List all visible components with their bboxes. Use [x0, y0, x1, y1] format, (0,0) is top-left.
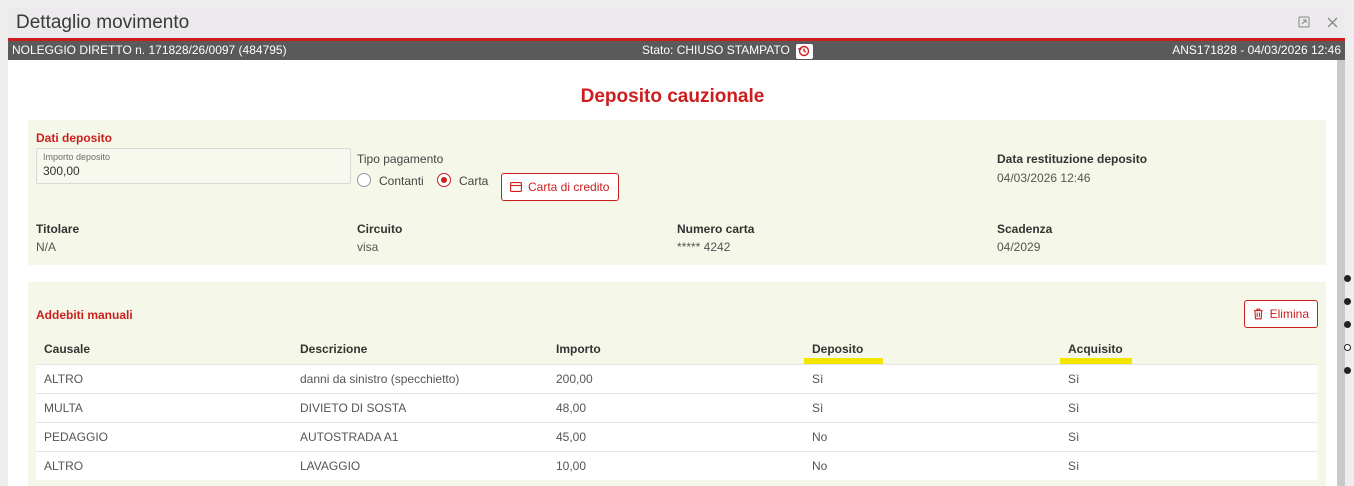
nav-dot-active[interactable] — [1343, 344, 1351, 351]
charges-section-title: Addebiti manuali — [36, 308, 133, 322]
close-icon[interactable] — [1325, 15, 1339, 29]
section-navigation-dots — [1342, 275, 1352, 390]
column-header-descrizione[interactable]: Descrizione — [292, 334, 548, 365]
radio-contanti-label[interactable]: Contanti — [379, 174, 424, 188]
circuit-label: Circuito — [357, 222, 403, 236]
cell-causale: ALTRO — [36, 451, 292, 480]
cell-acquisito: Sì — [1060, 393, 1317, 423]
column-header-acquisito-label: Acquisito — [1068, 342, 1123, 356]
cell-causale: PEDAGGIO — [36, 422, 292, 452]
table-row[interactable]: MULTA DIVIETO DI SOSTA 48,00 Sì Sì — [36, 393, 1317, 423]
nav-dot[interactable] — [1343, 298, 1351, 305]
operator-timestamp: ANS171828 - 04/03/2026 12:46 — [1172, 43, 1341, 57]
cell-descrizione: danni da sinistro (specchietto) — [292, 364, 548, 394]
content-area: Deposito cauzionale Dati deposito Import… — [8, 60, 1337, 486]
credit-card-button[interactable]: Carta di credito — [501, 173, 619, 201]
cell-acquisito: Sì — [1060, 451, 1317, 480]
table-row[interactable]: PEDAGGIO AUTOSTRADA A1 45,00 No Sì — [36, 422, 1317, 452]
column-header-deposito-label: Deposito — [812, 342, 864, 356]
cell-deposito: No — [804, 422, 1060, 452]
card-number-label: Numero carta — [677, 222, 755, 236]
deposit-panel: Dati deposito Importo deposito 300,00 Ti… — [28, 120, 1326, 265]
deposit-amount-label: Importo deposito — [43, 152, 111, 162]
card-number-value: ***** 4242 — [677, 240, 731, 254]
credit-card-button-label: Carta di credito — [528, 180, 610, 194]
charges-table: Causale Descrizione Importo Deposito Acq… — [36, 334, 1317, 480]
highlight-mark — [804, 358, 883, 364]
charges-panel: Addebiti manuali Elimina Causale Descriz… — [28, 282, 1326, 486]
radio-carta-label[interactable]: Carta — [459, 174, 488, 188]
window-title: Dettaglio movimento — [16, 12, 190, 33]
cell-causale: MULTA — [36, 393, 292, 423]
cell-importo: 48,00 — [548, 393, 804, 423]
expiry-label: Scadenza — [997, 222, 1053, 236]
maximize-icon[interactable] — [1297, 15, 1311, 29]
vertical-scrollbar[interactable] — [1337, 60, 1345, 486]
delete-button[interactable]: Elimina — [1244, 300, 1318, 328]
cell-importo: 45,00 — [548, 422, 804, 452]
cell-importo: 10,00 — [548, 451, 804, 480]
table-row[interactable]: ALTRO danni da sinistro (specchietto) 20… — [36, 364, 1317, 394]
cell-descrizione: AUTOSTRADA A1 — [292, 422, 548, 452]
column-header-importo[interactable]: Importo — [548, 334, 804, 365]
column-header-deposito[interactable]: Deposito — [804, 334, 1060, 365]
cell-descrizione: LAVAGGIO — [292, 451, 548, 480]
cell-deposito: No — [804, 451, 1060, 480]
delete-button-label: Elimina — [1269, 307, 1309, 321]
circuit-value: visa — [357, 240, 379, 254]
info-bar: NOLEGGIO DIRETTO n. 171828/26/0097 (4847… — [8, 41, 1345, 60]
deposit-section-title: Dati deposito — [36, 131, 113, 145]
nav-dot[interactable] — [1343, 275, 1351, 282]
holder-label: Titolare — [36, 222, 80, 236]
nav-dot[interactable] — [1343, 367, 1351, 374]
radio-carta[interactable] — [437, 173, 451, 187]
status-history-button[interactable] — [795, 43, 813, 59]
cell-deposito: Sì — [804, 393, 1060, 423]
cell-causale: ALTRO — [36, 364, 292, 394]
nav-dot[interactable] — [1343, 321, 1351, 328]
table-header-row: Causale Descrizione Importo Deposito Acq… — [36, 334, 1317, 365]
deposit-amount-value: 300,00 — [43, 164, 80, 178]
return-date-label: Data restituzione deposito — [997, 152, 1148, 166]
page-heading: Deposito cauzionale — [580, 86, 765, 107]
dialog-window: Dettaglio movimento NOLEGGIO DIRETTO n. … — [8, 8, 1345, 486]
rental-reference: NOLEGGIO DIRETTO n. 171828/26/0097 (4847… — [12, 43, 287, 57]
payment-type-label: Tipo pagamento — [357, 152, 444, 166]
deposit-amount-field[interactable]: Importo deposito 300,00 — [36, 148, 351, 184]
status-text: Stato: CHIUSO STAMPATO — [642, 43, 790, 57]
credit-card-icon — [510, 182, 522, 192]
history-icon — [798, 45, 810, 57]
title-bar: Dettaglio movimento — [8, 8, 1345, 38]
return-date-value: 04/03/2026 12:46 — [997, 171, 1091, 185]
cell-descrizione: DIVIETO DI SOSTA — [292, 393, 548, 423]
highlight-mark — [1060, 358, 1132, 364]
column-header-acquisito[interactable]: Acquisito — [1060, 334, 1317, 365]
holder-value: N/A — [36, 240, 57, 254]
trash-icon — [1253, 308, 1263, 320]
table-row[interactable]: ALTRO LAVAGGIO 10,00 No Sì — [36, 451, 1317, 480]
cell-acquisito: Sì — [1060, 422, 1317, 452]
cell-deposito: Sì — [804, 364, 1060, 394]
column-header-causale[interactable]: Causale — [36, 334, 292, 365]
radio-contanti[interactable] — [357, 173, 371, 187]
cell-importo: 200,00 — [548, 364, 804, 394]
cell-acquisito: Sì — [1060, 364, 1317, 394]
expiry-value: 04/2029 — [997, 240, 1041, 254]
